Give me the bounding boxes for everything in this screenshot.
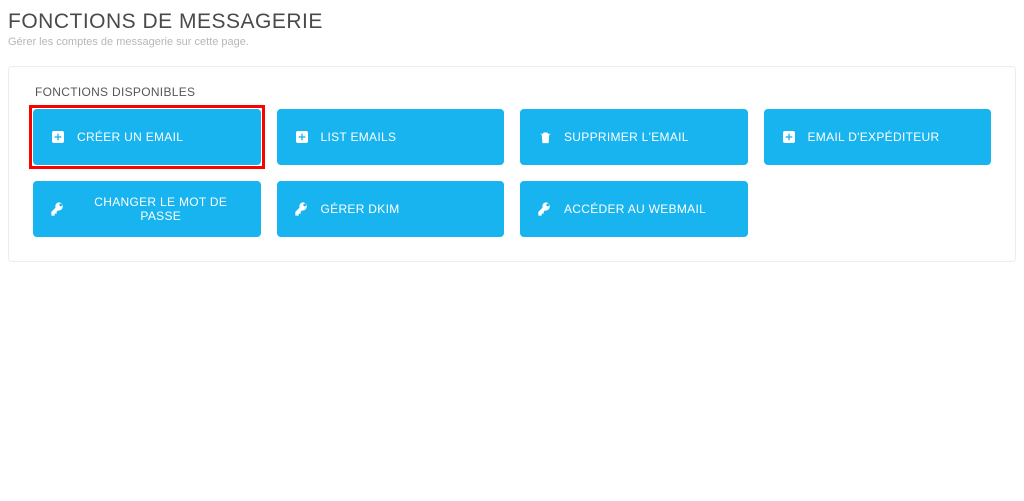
list-emails-button[interactable]: LIST EMAILS <box>277 109 505 165</box>
plus-square-icon <box>49 128 67 146</box>
access-webmail-button[interactable]: ACCÉDER AU WEBMAIL <box>520 181 748 237</box>
delete-email-button[interactable]: SUPPRIMER L'EMAIL <box>520 109 748 165</box>
button-label: EMAIL D'EXPÉDITEUR <box>808 130 940 144</box>
change-password-button[interactable]: CHANGER LE MOT DE PASSE <box>33 181 261 237</box>
create-email-button[interactable]: CRÉER UN EMAIL <box>33 109 261 165</box>
plus-square-icon <box>293 128 311 146</box>
page-header: FONCTIONS DE MESSAGERIE Gérer les compte… <box>0 0 1024 52</box>
page-title: FONCTIONS DE MESSAGERIE <box>8 10 1016 34</box>
key-icon <box>49 200 67 218</box>
button-label: ACCÉDER AU WEBMAIL <box>564 202 706 216</box>
functions-panel: FONCTIONS DISPONIBLES CRÉER UN EMAIL LIS… <box>8 66 1016 262</box>
button-label: GÉRER DKIM <box>321 202 400 216</box>
button-label: SUPPRIMER L'EMAIL <box>564 130 689 144</box>
key-icon <box>536 200 554 218</box>
key-icon <box>293 200 311 218</box>
manage-dkim-button[interactable]: GÉRER DKIM <box>277 181 505 237</box>
plus-square-icon <box>780 128 798 146</box>
sender-email-button[interactable]: EMAIL D'EXPÉDITEUR <box>764 109 992 165</box>
button-label: CHANGER LE MOT DE PASSE <box>77 195 245 223</box>
button-label: LIST EMAILS <box>321 130 397 144</box>
page-subtitle: Gérer les comptes de messagerie sur cett… <box>8 36 1016 48</box>
trash-icon <box>536 128 554 146</box>
panel-label: FONCTIONS DISPONIBLES <box>35 85 991 99</box>
button-label: CRÉER UN EMAIL <box>77 130 183 144</box>
functions-grid: CRÉER UN EMAIL LIST EMAILS SUPPRIMER L'E… <box>33 109 991 237</box>
